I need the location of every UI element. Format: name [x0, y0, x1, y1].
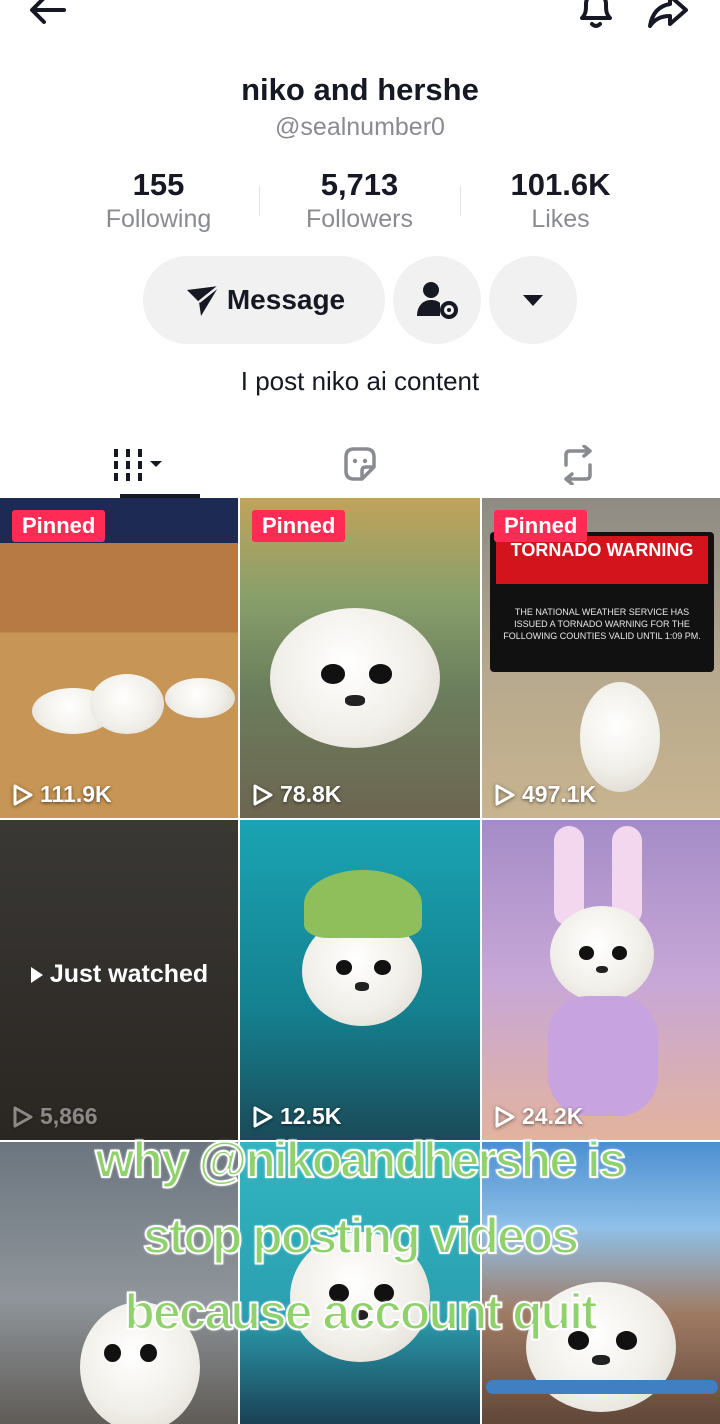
divider: [460, 186, 461, 216]
video-thumbnail[interactable]: Pinned 78.8K: [240, 498, 480, 818]
video-thumbnail[interactable]: Just watched 5,866: [0, 820, 238, 1140]
stat-label: Likes: [531, 205, 590, 233]
just-watched-label: Just watched: [49, 960, 209, 988]
bunny-costume: [548, 996, 658, 1116]
grid-icon: [114, 449, 162, 481]
caption-line: why @nikoandhershe is: [94, 1131, 627, 1189]
seal-eye: [579, 946, 594, 960]
seal-image: [580, 682, 660, 792]
tab-reposts[interactable]: [458, 432, 698, 498]
tv-screen: TORNADO WARNING THE NATIONAL WEATHER SER…: [490, 532, 714, 672]
caret-down-icon: [523, 295, 543, 306]
video-thumbnail[interactable]: TORNADO WARNING THE NATIONAL WEATHER SER…: [482, 498, 720, 818]
top-bar: [0, 0, 720, 40]
seal-eye: [321, 664, 345, 684]
seal-nose: [354, 982, 370, 991]
share-icon[interactable]: [644, 0, 692, 34]
tab-videos[interactable]: [20, 432, 260, 498]
stat-value: 5,713: [320, 167, 399, 202]
seal-eye: [335, 960, 353, 976]
tab-favorites[interactable]: [240, 432, 480, 498]
seal-image: [270, 608, 440, 748]
seal-eye: [374, 960, 391, 976]
pinned-badge: Pinned: [12, 510, 106, 542]
profile-tabs: [0, 432, 720, 498]
play-outline-icon: [13, 784, 33, 805]
repost-icon: [564, 445, 592, 485]
video-thumbnail[interactable]: 24.2K: [482, 820, 720, 1140]
person-settings-icon: [417, 282, 458, 319]
stat-following[interactable]: 155 Following: [58, 166, 259, 242]
stat-value: 155: [132, 167, 185, 202]
bell-icon[interactable]: [572, 0, 620, 34]
view-count: 497.1K: [494, 781, 596, 808]
profile-name: niko and hershe: [241, 72, 479, 107]
seal-nose: [344, 694, 366, 706]
knit-hat: [304, 870, 422, 938]
ride-bar: [486, 1380, 718, 1394]
profile-actions: Message: [0, 256, 720, 344]
seal-eye: [368, 664, 393, 684]
view-count-value: 111.9K: [40, 781, 112, 807]
profile-handle: @sealnumber0: [275, 113, 445, 141]
add-friend-button[interactable]: [393, 256, 481, 344]
stat-likes[interactable]: 101.6K Likes: [460, 166, 661, 242]
seal-image: [90, 674, 164, 734]
stat-label: Followers: [306, 205, 413, 233]
pinned-badge: Pinned: [494, 510, 588, 542]
seal-image: [165, 678, 235, 718]
divider: [259, 186, 260, 216]
message-button-label: Message: [226, 284, 346, 315]
view-count: 78.8K: [252, 781, 341, 808]
video-thumbnail[interactable]: 12.5K: [240, 820, 480, 1140]
seal-image: [550, 906, 654, 1002]
send-icon: [186, 285, 220, 316]
stat-followers[interactable]: 5,713 Followers: [259, 166, 460, 242]
sticker-icon: [344, 447, 376, 481]
seal-eye: [612, 946, 627, 960]
message-button[interactable]: Message: [143, 256, 385, 344]
pinned-badge: Pinned: [252, 510, 346, 542]
profile-stats: 155 Following 5,713 Followers 101.6K Lik…: [58, 166, 662, 242]
play-icon: [30, 966, 43, 983]
more-dropdown-button[interactable]: [489, 256, 577, 344]
tv-headline: TORNADO WARNING: [510, 540, 694, 560]
profile-bio: I post niko ai content: [240, 366, 480, 396]
view-count: 111.9K: [12, 781, 112, 808]
caption-line: stop posting videos: [142, 1207, 580, 1265]
play-outline-icon: [253, 784, 273, 805]
just-watched-overlay: Just watched: [0, 960, 238, 989]
play-outline-icon: [495, 784, 515, 805]
view-count-value: 497.1K: [522, 781, 597, 807]
back-arrow-icon[interactable]: [24, 0, 72, 34]
stat-value: 101.6K: [510, 167, 611, 202]
video-thumbnail[interactable]: Pinned 111.9K: [0, 498, 238, 818]
seal-nose: [595, 965, 609, 974]
stat-label: Following: [105, 205, 212, 233]
video-caption-overlay: why @nikoandhershe is stop posting video…: [0, 1122, 720, 1350]
view-count-value: 78.8K: [280, 781, 342, 807]
tv-body-text: THE NATIONAL WEATHER SERVICE HAS ISSUED …: [503, 607, 701, 641]
caption-line: because account quit: [123, 1283, 598, 1341]
seal-nose: [592, 1354, 610, 1366]
